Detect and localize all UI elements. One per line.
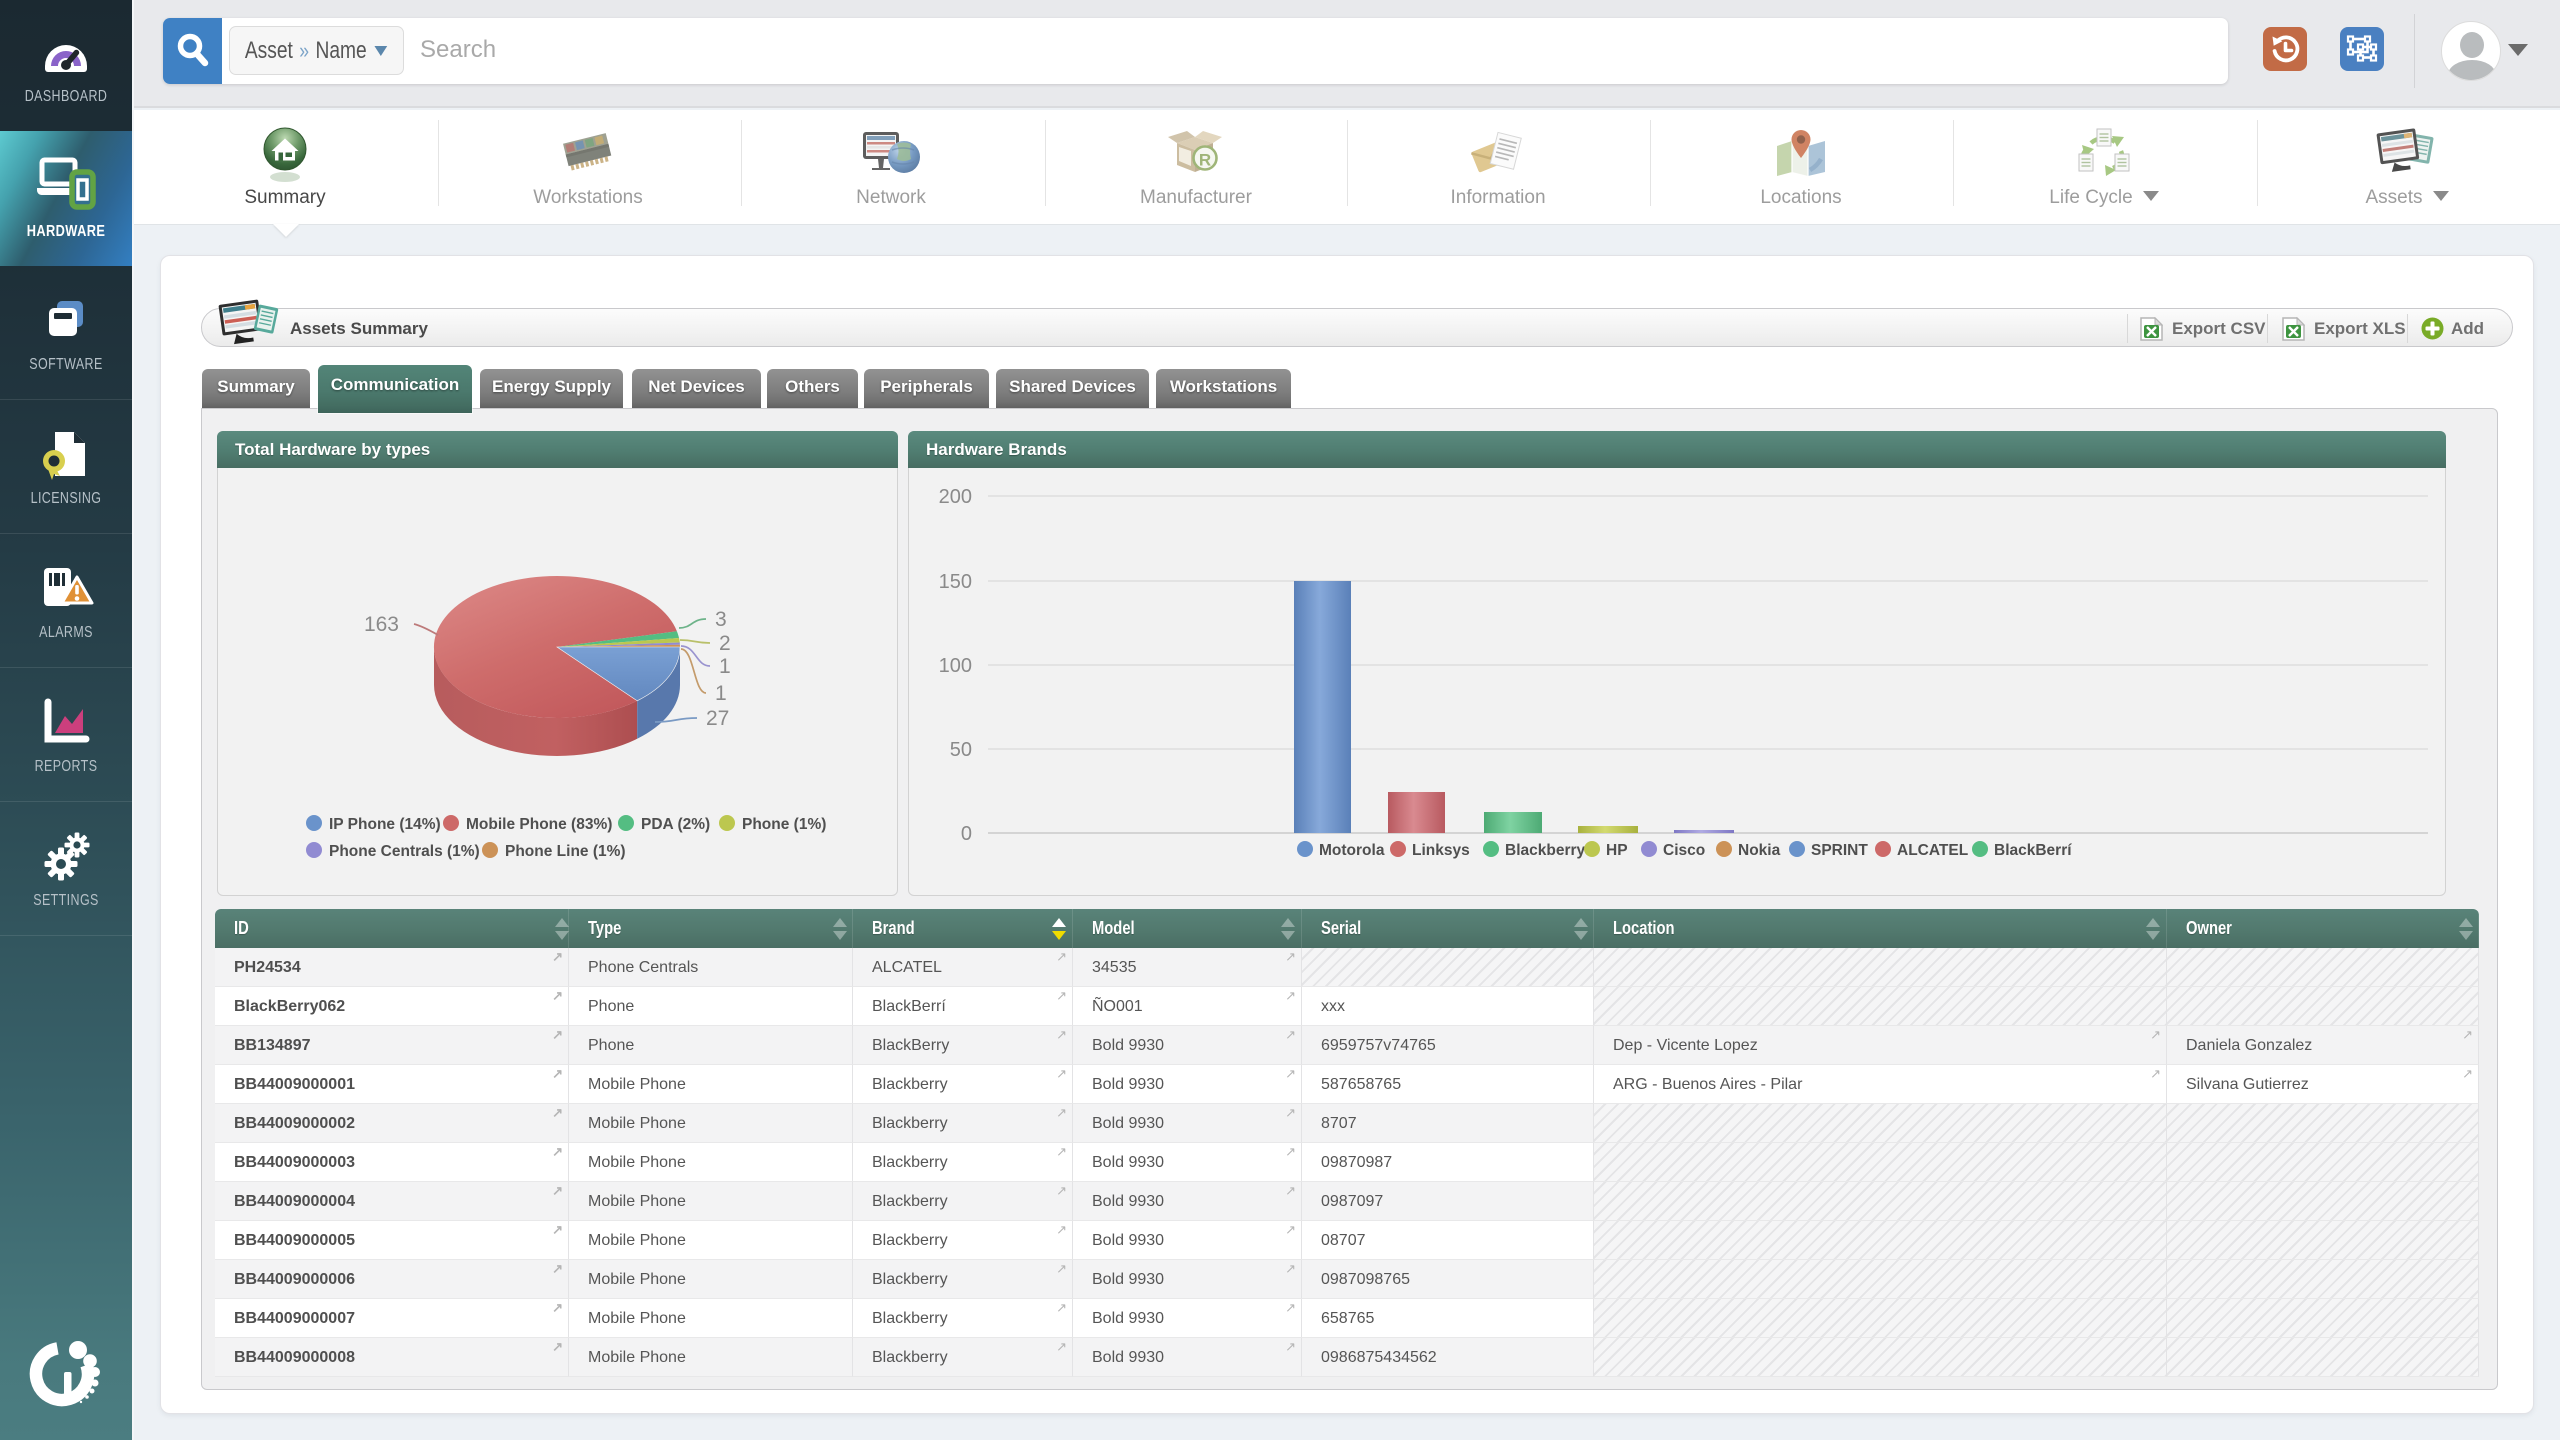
svg-text:Motorola: Motorola [1319, 842, 1385, 859]
svg-text:Blackberry: Blackberry [1505, 842, 1586, 859]
svg-text:Phone Centrals (1%): Phone Centrals (1%) [329, 843, 480, 860]
svg-text:Cisco: Cisco [1663, 842, 1705, 859]
svg-text:27: 27 [706, 707, 729, 730]
svg-text:3: 3 [715, 608, 727, 631]
svg-text:0: 0 [961, 823, 972, 845]
svg-text:Mobile Phone (83%): Mobile Phone (83%) [466, 816, 612, 833]
svg-text:1: 1 [719, 655, 731, 678]
svg-text:100: 100 [939, 655, 972, 677]
svg-text:Phone Line (1%): Phone Line (1%) [505, 843, 626, 860]
svg-text:Phone (1%): Phone (1%) [742, 816, 826, 833]
svg-text:R: R [1199, 151, 1211, 170]
svg-text:SPRINT: SPRINT [1811, 842, 1868, 859]
svg-text:150: 150 [939, 571, 972, 593]
svg-text:BlackBerrí: BlackBerrí [1994, 842, 2072, 859]
svg-text:200: 200 [939, 486, 972, 508]
svg-text:163: 163 [364, 613, 399, 636]
svg-text:Linksys: Linksys [1412, 842, 1470, 859]
svg-text:ALCATEL: ALCATEL [1897, 842, 1968, 859]
svg-text:PDA (2%): PDA (2%) [641, 816, 710, 833]
svg-text:HP: HP [1606, 842, 1628, 859]
svg-text:IP Phone (14%): IP Phone (14%) [329, 816, 441, 833]
svg-text:50: 50 [950, 739, 972, 761]
svg-text:2: 2 [719, 632, 731, 655]
svg-text:Nokia: Nokia [1738, 842, 1781, 859]
svg-text:1: 1 [715, 682, 727, 705]
